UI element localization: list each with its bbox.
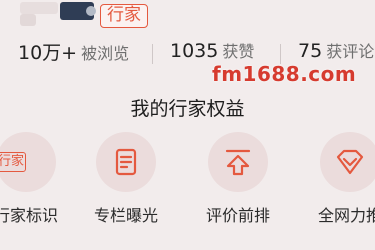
blurred-avatar-detail <box>20 14 36 26</box>
heart-diamond-icon <box>336 149 364 175</box>
icon-circle: 行家 <box>0 132 56 192</box>
expert-badge-icon: 行家 <box>0 152 26 172</box>
stat-divider <box>152 44 153 64</box>
benefit-review-top[interactable]: 评价前排 <box>188 132 288 232</box>
arrow-up-top-icon <box>225 149 251 176</box>
icon-circle <box>320 132 375 192</box>
stat-label: 被浏览 <box>81 44 130 63</box>
stat-comments[interactable]: 75 获评论 <box>298 38 374 62</box>
benefit-label: 评价前排 <box>205 206 270 225</box>
icon-circle <box>96 132 156 192</box>
benefit-column-exposure[interactable]: 专栏曝光 <box>76 132 176 232</box>
blurred-username-detail <box>86 6 96 16</box>
benefit-network-push[interactable]: 全网力推 <box>300 132 375 232</box>
stat-label: 获评论 <box>326 42 375 61</box>
blurred-avatar <box>20 2 58 14</box>
watermark: fm1688.com <box>212 62 357 86</box>
section-title: 我的行家权益 <box>130 98 245 120</box>
stat-likes[interactable]: 1035 获赞 <box>170 38 254 62</box>
benefit-label: 专栏曝光 <box>93 206 158 225</box>
icon-circle <box>208 132 268 192</box>
stat-views[interactable]: 10万+ 被浏览 <box>18 38 129 65</box>
benefit-label: 行家标识 <box>0 206 58 225</box>
benefit-label: 全网力推 <box>317 206 375 225</box>
stat-label: 获赞 <box>222 42 255 61</box>
stat-value: 1035 <box>170 40 219 62</box>
column-document-icon <box>115 148 137 176</box>
stat-value: 75 <box>298 40 323 62</box>
expert-badge: 行家 <box>100 4 148 28</box>
profile-header: 行家 <box>0 0 375 32</box>
stat-value: 10万+ <box>18 42 78 64</box>
benefit-expert-mark[interactable]: 行家 行家标识 <box>0 132 76 232</box>
stat-divider <box>280 44 281 64</box>
